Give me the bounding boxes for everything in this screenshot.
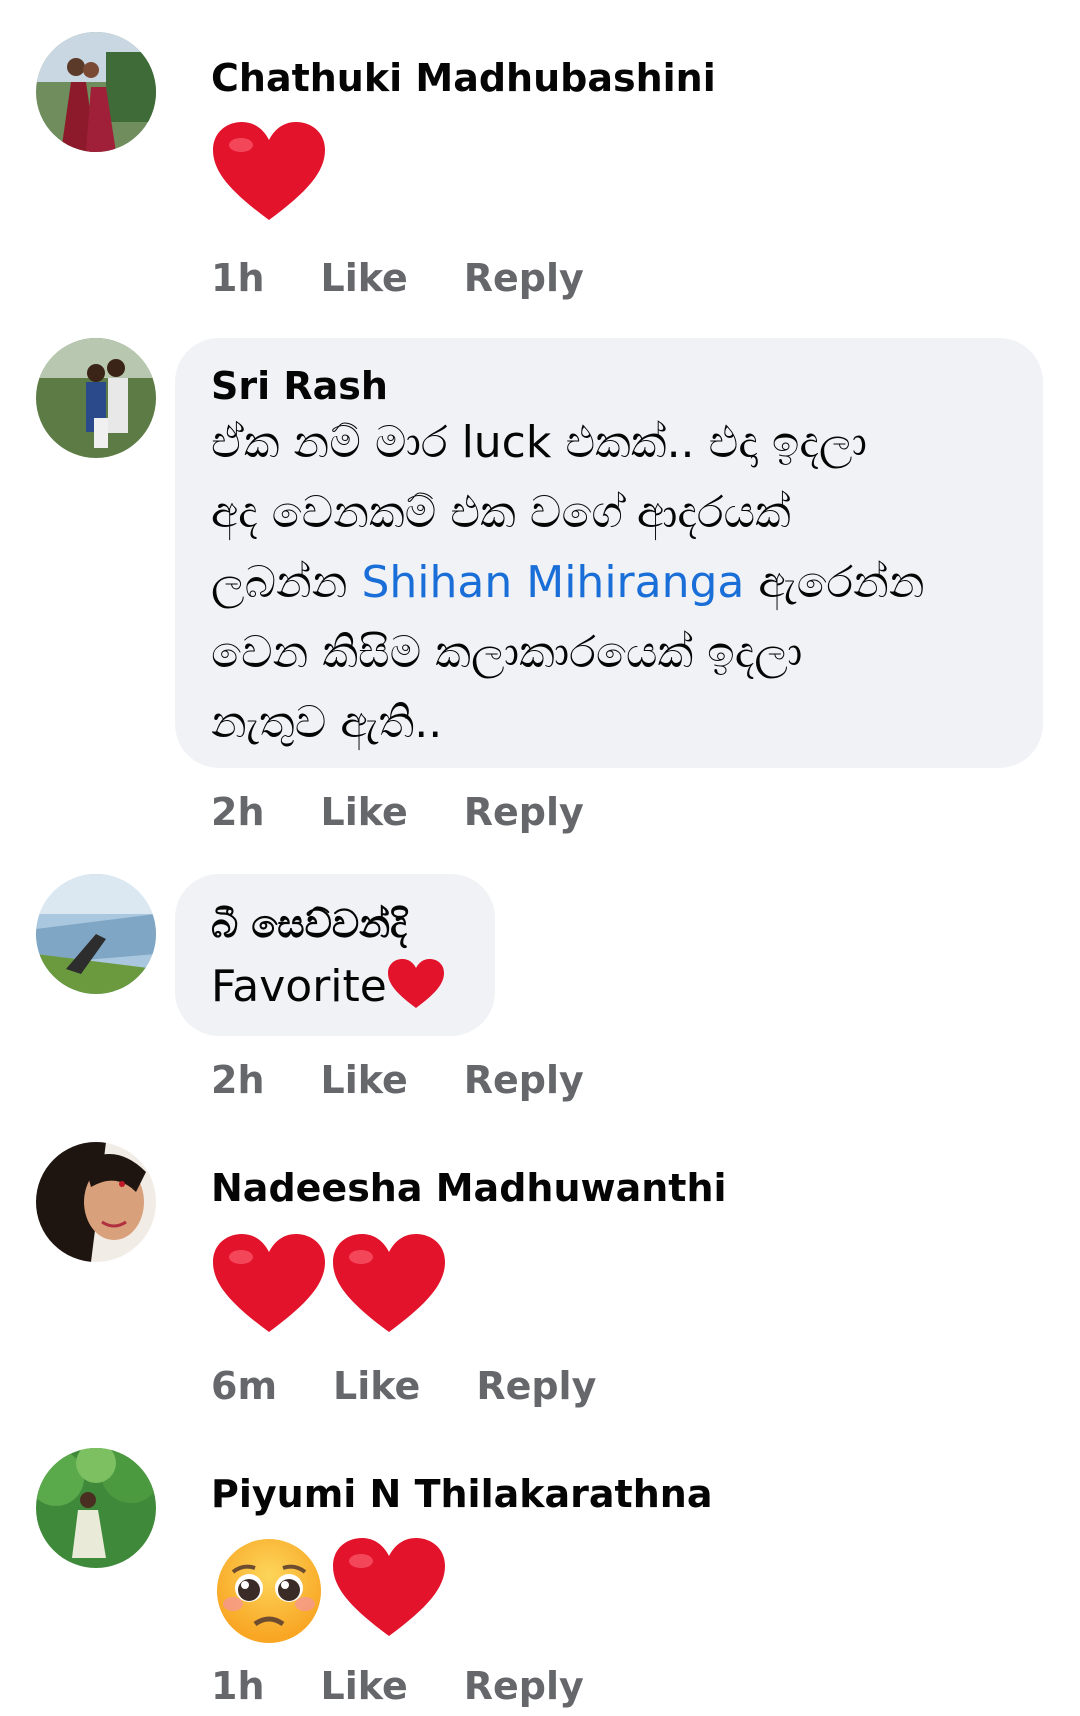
timestamp[interactable]: 1h (211, 256, 265, 300)
timestamp[interactable]: 1h (211, 1664, 265, 1708)
heart-emoji-icon (213, 122, 325, 220)
comment-meta: 1h Like Reply (211, 256, 640, 300)
pleading-face-emoji-icon (217, 1539, 321, 1643)
commenter-name[interactable]: බී සෙව්වන්දි (211, 902, 407, 946)
like-button[interactable]: Like (321, 790, 408, 834)
avatar[interactable] (36, 338, 156, 458)
like-button[interactable]: Like (321, 1664, 408, 1708)
avatar[interactable] (36, 1142, 156, 1262)
comment-meta: 2h Like Reply (211, 1058, 640, 1102)
reply-button[interactable]: Reply (464, 256, 584, 300)
heart-emoji-icon (213, 1234, 325, 1332)
like-button[interactable]: Like (321, 256, 408, 300)
reply-button[interactable]: Reply (464, 1664, 584, 1708)
commenter-name[interactable]: Piyumi N Thilakarathna (211, 1472, 712, 1516)
comment-text: ඒක නම් මාර luck එකක්.. එදා ඉදලා අද වෙනකම… (211, 408, 1031, 758)
avatar[interactable] (36, 1448, 156, 1568)
avatar[interactable] (36, 32, 156, 152)
commenter-name[interactable]: Nadeesha Madhuwanthi (211, 1166, 727, 1210)
comment-text-segment: ඇරෙන්න (744, 557, 925, 608)
like-button[interactable]: Like (321, 1058, 408, 1102)
reaction-emojis (211, 120, 327, 224)
reaction-emojis (211, 1536, 447, 1646)
heart-emoji-icon (387, 959, 444, 1008)
comment-meta: 6m Like Reply (211, 1364, 652, 1408)
timestamp[interactable]: 2h (211, 790, 265, 834)
timestamp[interactable]: 6m (211, 1364, 277, 1408)
reply-button[interactable]: Reply (464, 790, 584, 834)
comment-text: Favorite (211, 952, 445, 1022)
comment-meta: 1h Like Reply (211, 1664, 640, 1708)
avatar[interactable] (36, 874, 156, 994)
reply-button[interactable]: Reply (476, 1364, 596, 1408)
commenter-name[interactable]: Chathuki Madhubashini (211, 56, 716, 100)
reaction-emojis (211, 1232, 447, 1336)
comment-text-line: ඒක නම් මාර luck එකක්.. එදා ඉදලා (211, 417, 867, 468)
commenter-name[interactable]: Sri Rash (211, 364, 388, 408)
comment-text-line: ලබන්න Shihan Mihiranga ඇරෙන්න (211, 548, 1031, 618)
comment-text-segment: Favorite (211, 961, 387, 1012)
comment-text-segment: ලබන්න (211, 557, 362, 608)
heart-emoji-icon (333, 1234, 445, 1332)
comment-text-line: නැතුව ඇති.. (211, 697, 443, 748)
like-button[interactable]: Like (333, 1364, 420, 1408)
comment-meta: 2h Like Reply (211, 790, 640, 834)
reply-button[interactable]: Reply (464, 1058, 584, 1102)
mention-link[interactable]: Shihan Mihiranga (361, 557, 744, 608)
comment-text-line: වෙන කිසිම කලාකාරයෙක් ඉදලා (211, 627, 803, 678)
comment-text-line: අද වෙනකම් එක වගේ ආදරයක් (211, 487, 791, 538)
heart-emoji-icon (333, 1538, 445, 1636)
timestamp[interactable]: 2h (211, 1058, 265, 1102)
